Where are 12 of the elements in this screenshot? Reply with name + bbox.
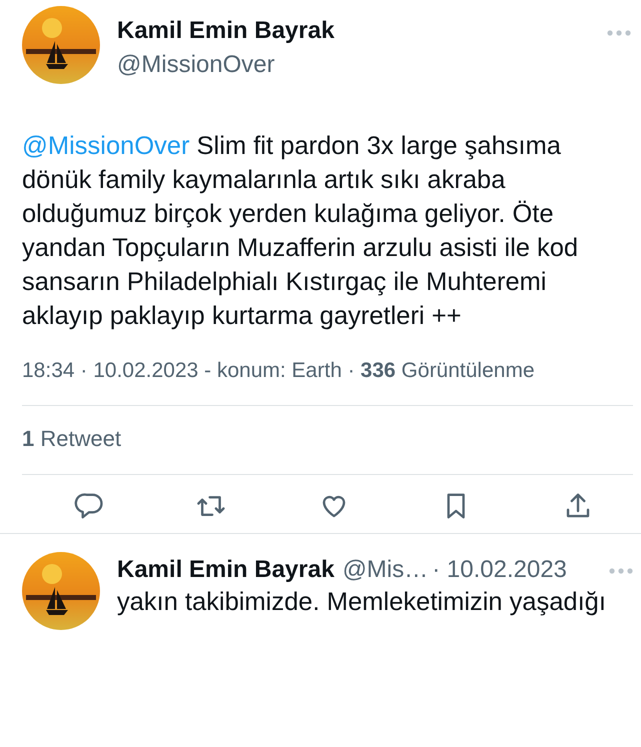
more-icon: [607, 30, 631, 36]
retweet-count[interactable]: 1 Retweet: [22, 426, 633, 452]
reply-text: yakın takibimizde. Memleketimizin yaşadığı: [117, 588, 607, 617]
author-handle[interactable]: @MissionOver: [117, 51, 607, 79]
author-name[interactable]: Kamil Emin Bayrak: [117, 556, 334, 584]
more-icon: [609, 568, 633, 574]
tweet-meta: 18:34 · 10.02.2023 - konum: Earth · 336 Görüntülenme: [22, 359, 536, 383]
tweet-date[interactable]: · 10.02.2023: [432, 556, 609, 584]
author-name[interactable]: Kamil Emin Bayrak: [117, 17, 607, 45]
author-handle[interactable]: @Mis…: [342, 556, 428, 584]
tweet-text: @MissionOver Slim fit pardon 3x large şahsıma dönük family kaymalarınla artık sıkı akraba olduğumuz birçok yerden kulağıma geliyor. Öte yandan Topçuların Muzafferin arzulu asisti ile kod sansarın Philadelphialı Kıstırgaç ile Muhteremi aklayıp paklayıp kurtarma gayretleri ++: [22, 131, 580, 332]
reply-icon[interactable]: [74, 491, 104, 521]
